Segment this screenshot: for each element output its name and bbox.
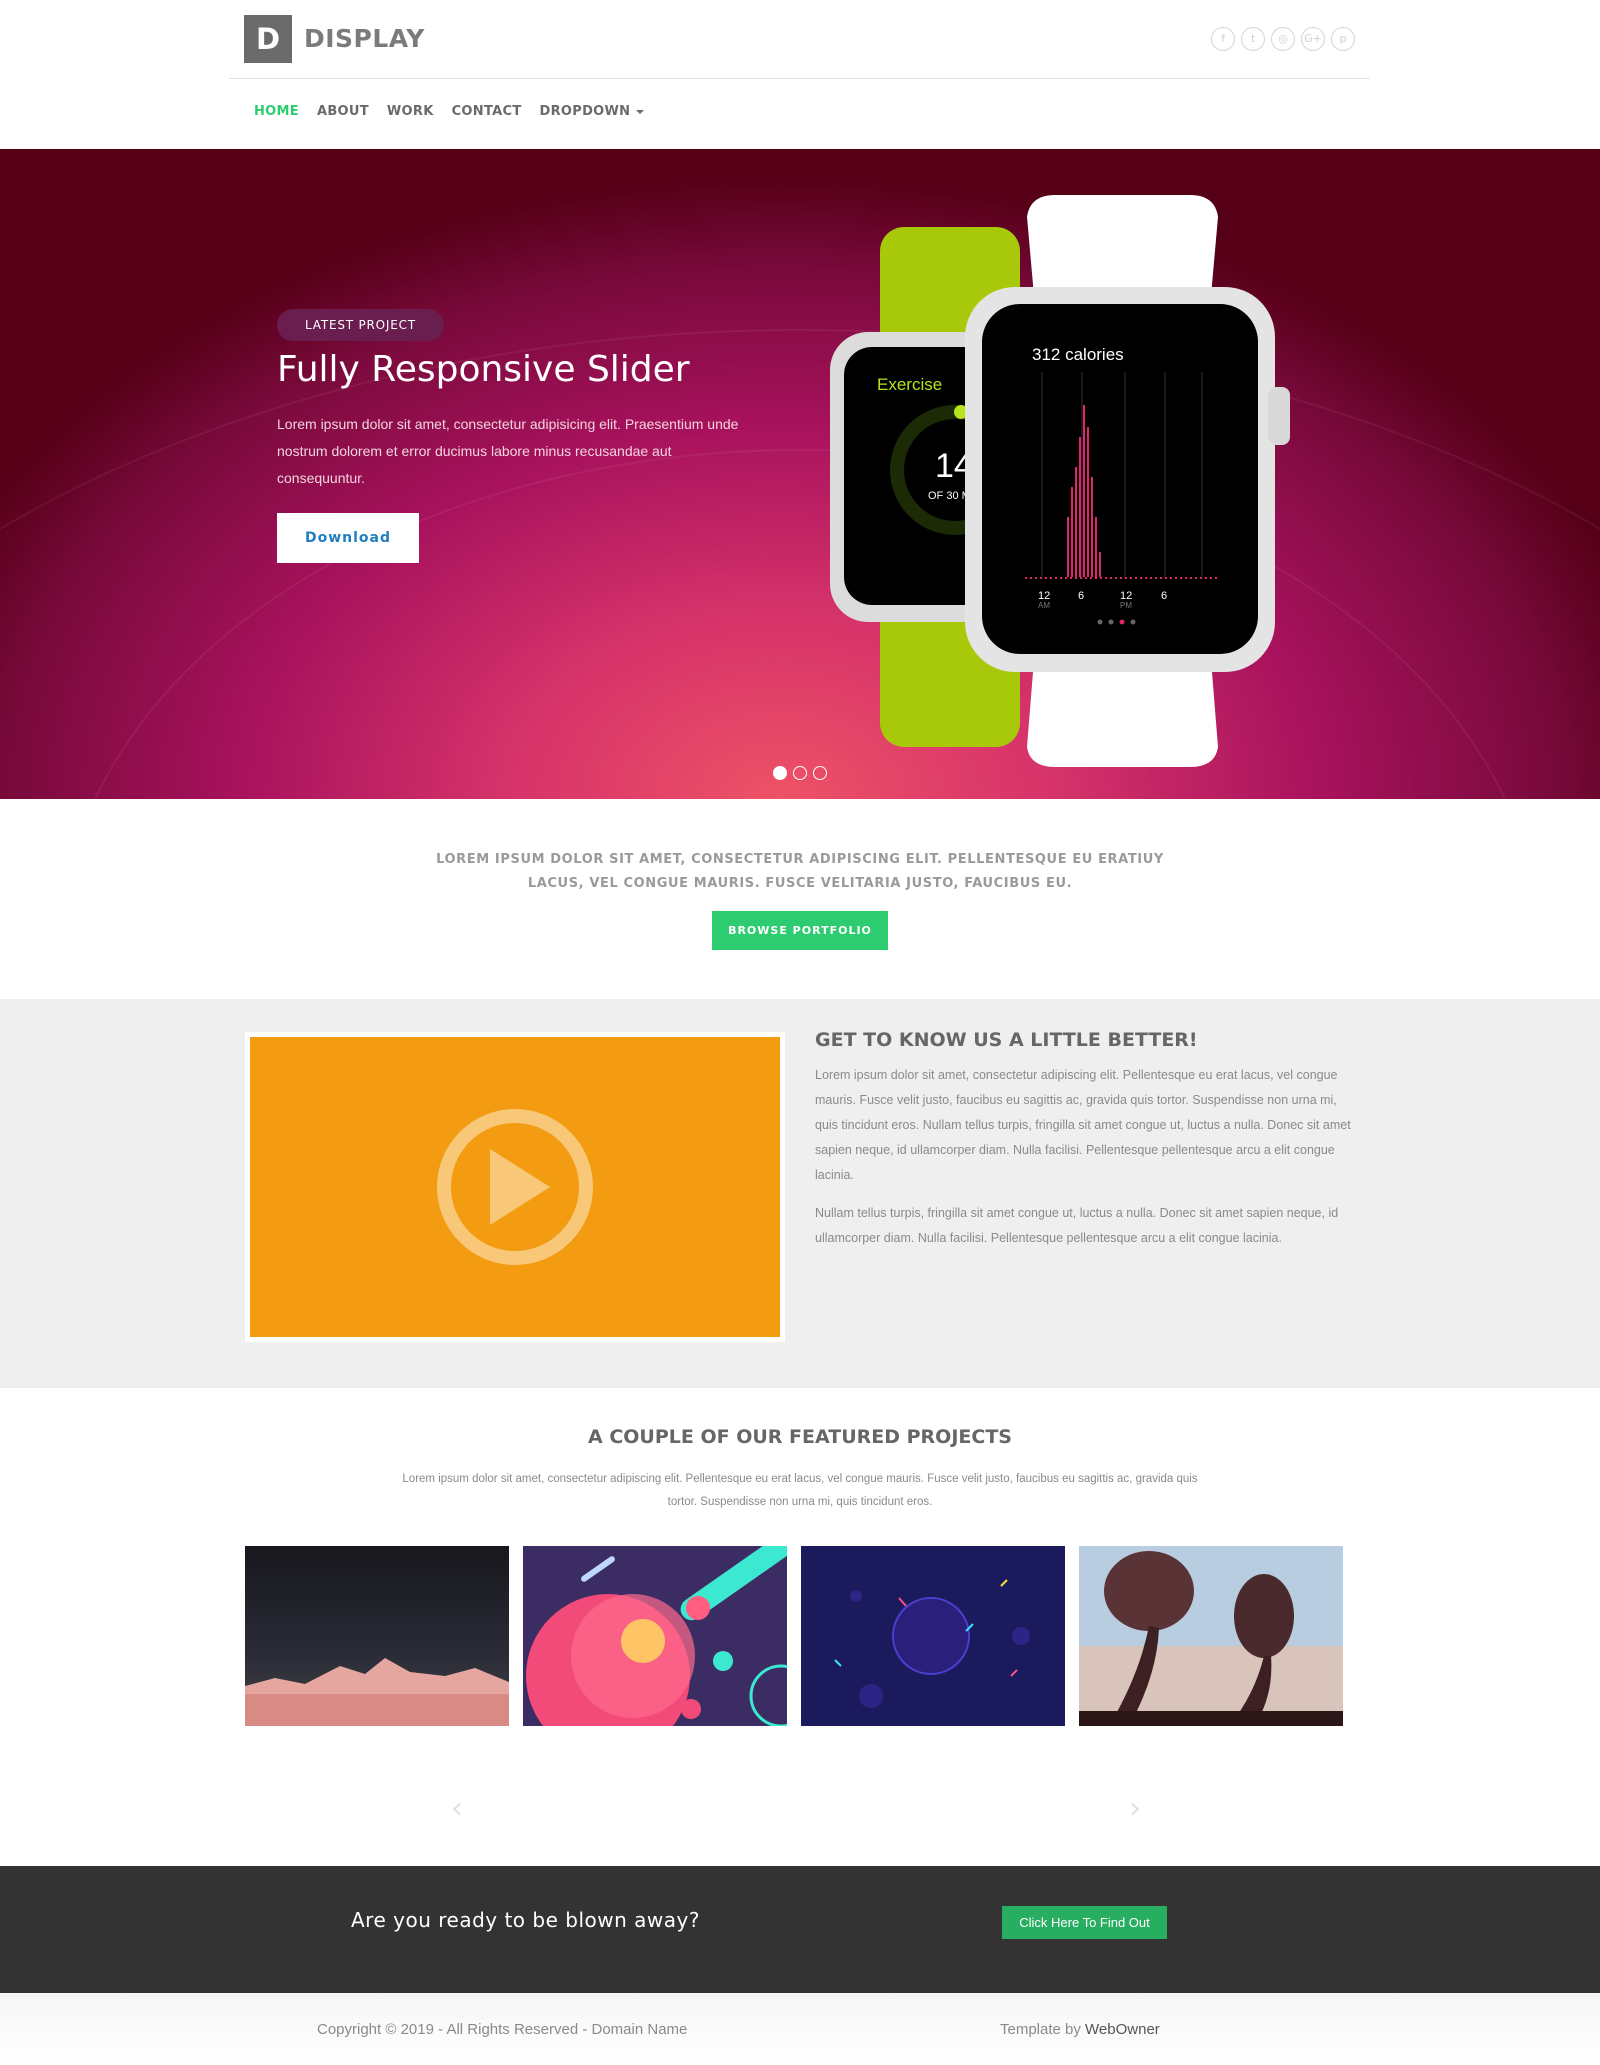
featured-title: A COUPLE OF OUR FEATURED PROJECTS xyxy=(588,1426,1012,1448)
digital-crown xyxy=(1268,387,1290,445)
copyright-text: Copyright © 2019 - All Rights Reserved -… xyxy=(317,2021,688,2038)
about-paragraph: Nullam tellus turpis, fringilla sit amet… xyxy=(815,1206,1339,1245)
logo-icon[interactable]: D xyxy=(244,15,292,63)
calories-label: 312 calories xyxy=(1032,345,1124,364)
find-out-button[interactable]: Click Here To Find Out xyxy=(1002,1906,1167,1939)
smartwatch-image: Exercise 14 OF 30 M 312 calories 12 6 12… xyxy=(830,195,1290,767)
tick-sub-label: AM xyxy=(1038,601,1050,610)
intro-text: LOREM IPSUM DOLOR SIT AMET, CONSECTETUR … xyxy=(436,852,1164,891)
call-to-action-bar: Are you ready to be blown away? Click He… xyxy=(0,1866,1600,1993)
twitter-icon[interactable]: t xyxy=(1241,27,1265,51)
nav-contact[interactable]: CONTACT xyxy=(452,104,522,119)
site-header: D DISPLAY f t ◎ G+ p HOME ABOUT WORK CON… xyxy=(0,0,1600,149)
project-thumbnail[interactable] xyxy=(801,1546,1065,1726)
about-section: GET TO KNOW US A LITTLE BETTER! Lorem ip… xyxy=(0,999,1600,1388)
about-title: GET TO KNOW US A LITTLE BETTER! xyxy=(815,1029,1198,1051)
pinterest-icon[interactable]: p xyxy=(1331,27,1355,51)
credit-prefix: Template by xyxy=(1000,2021,1086,2038)
nav-about[interactable]: ABOUT xyxy=(317,104,369,119)
project-carousel xyxy=(245,1546,1343,1726)
facebook-icon[interactable]: f xyxy=(1211,27,1235,51)
header-top-bar: D DISPLAY f t ◎ G+ p xyxy=(229,0,1370,79)
slider-dot[interactable] xyxy=(813,766,827,780)
project-thumbnail[interactable] xyxy=(1079,1546,1343,1726)
project-thumbnail[interactable] xyxy=(523,1546,787,1726)
nav-dropdown-label: DROPDOWN xyxy=(539,104,631,119)
instagram-icon[interactable]: ◎ xyxy=(1271,27,1295,51)
caret-down-icon xyxy=(636,109,645,114)
site-footer: Copyright © 2019 - All Rights Reserved -… xyxy=(0,1993,1600,2065)
video-frame xyxy=(245,1032,785,1342)
slider-dot[interactable] xyxy=(773,766,787,780)
nav-dropdown[interactable]: DROPDOWN xyxy=(540,104,645,119)
nav-work[interactable]: WORK xyxy=(387,104,434,119)
play-icon[interactable] xyxy=(250,1037,780,1337)
hero-slider: LATEST PROJECT Fully Responsive Slider L… xyxy=(0,149,1600,799)
tick-label: 6 xyxy=(1161,590,1167,602)
logo-text[interactable]: DISPLAY xyxy=(304,24,425,53)
about-paragraph: Lorem ipsum dolor sit amet, consectetur … xyxy=(815,1068,1351,1182)
google-plus-icon[interactable]: G+ xyxy=(1301,27,1325,51)
slider-dot[interactable] xyxy=(793,766,807,780)
featured-text: Lorem ipsum dolor sit amet, consectetur … xyxy=(402,1473,1198,1508)
credit-link[interactable]: WebOwner xyxy=(1085,2021,1160,2038)
template-credit: Template by WebOwner xyxy=(1000,2021,1160,2038)
exercise-label: Exercise xyxy=(877,375,942,394)
tick-label: 6 xyxy=(1078,590,1084,602)
video-player[interactable] xyxy=(250,1037,780,1337)
hero-title: Fully Responsive Slider xyxy=(277,349,690,390)
carousel-prev-icon[interactable]: ‹ xyxy=(451,1791,463,1826)
browse-portfolio-button[interactable]: BROWSE PORTFOLIO xyxy=(712,911,888,950)
carousel-next-icon[interactable]: › xyxy=(1129,1791,1141,1826)
tick-sub-label: PM xyxy=(1120,601,1132,610)
social-links: f t ◎ G+ p xyxy=(1211,27,1355,51)
download-button[interactable]: Download xyxy=(277,513,419,563)
cta-text: Are you ready to be blown away? xyxy=(351,1908,700,1932)
nav-home[interactable]: HOME xyxy=(254,104,299,119)
slider-dots xyxy=(773,766,827,780)
main-nav: HOME ABOUT WORK CONTACT DROPDOWN xyxy=(254,104,645,119)
latest-project-badge: LATEST PROJECT xyxy=(277,309,444,341)
project-thumbnail[interactable] xyxy=(245,1546,509,1726)
exercise-sub: OF 30 M xyxy=(928,490,971,502)
hero-text: Lorem ipsum dolor sit amet, consectetur … xyxy=(277,416,739,486)
